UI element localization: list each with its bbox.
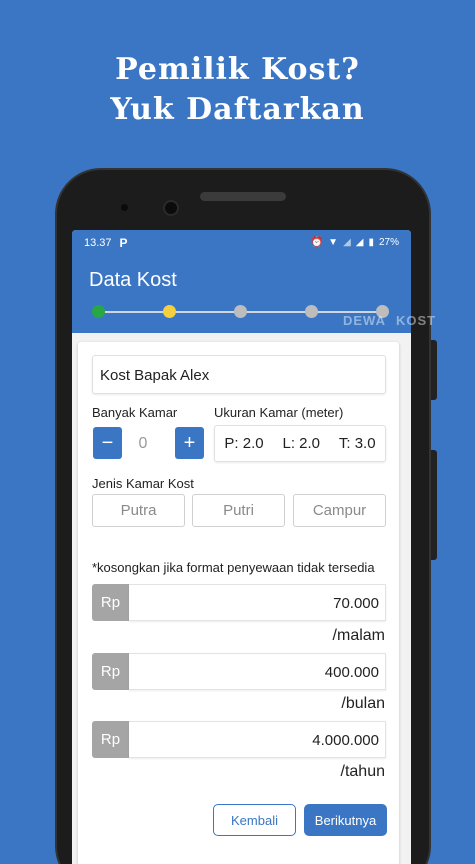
next-button[interactable]: Berikutnya <box>304 804 387 836</box>
price-note: *kosongkan jika format penyewaan tidak t… <box>92 560 375 575</box>
unit-month: /bulan <box>341 695 385 712</box>
rooms-label: Banyak Kamar <box>92 405 178 420</box>
promo-headline: Pemilik Kost? Yuk Daftarkan <box>0 50 475 130</box>
phone-frame: 13.37 P ⏰ ▼ ◢ ◢ ▮ 27% Data Kost Kost Bap… <box>57 170 437 864</box>
form-card: Kost Bapak Alex Banyak Kamar Ukuran Kama… <box>78 342 399 864</box>
alarm-icon: ⏰ <box>310 237 324 248</box>
page-title: Data Kost <box>89 269 177 291</box>
price-night-input[interactable]: 70.000 <box>129 584 386 621</box>
type-campur-button[interactable]: Campur <box>293 494 386 527</box>
size-length: P: 2.0 <box>224 435 264 452</box>
promo-line-1: Pemilik Kost? <box>115 52 360 87</box>
room-type-label: Jenis Kamar Kost <box>92 476 194 491</box>
price-year-input[interactable]: 4.000.000 <box>129 721 386 758</box>
price-row-month: Rp 400.000 <box>92 653 386 690</box>
unit-year: /tahun <box>340 763 385 780</box>
decrement-rooms-button[interactable]: − <box>93 427 122 459</box>
signal-icon: ◢ <box>355 237 364 248</box>
unit-night: /malam <box>332 627 385 644</box>
battery-level: 27% <box>378 237 399 248</box>
status-bar: 13.37 P ⏰ ▼ ◢ ◢ ▮ 27% <box>72 230 411 255</box>
size-height: T: 3.0 <box>338 435 376 452</box>
parking-app-icon: P <box>119 235 128 250</box>
currency-tag: Rp <box>92 653 129 690</box>
battery-icon: ▮ <box>368 237 374 248</box>
step-2-current <box>163 305 176 318</box>
kost-name-input[interactable]: Kost Bapak Alex <box>92 355 386 394</box>
price-month-input[interactable]: 400.000 <box>129 653 386 690</box>
step-4-pending <box>305 305 318 318</box>
step-3-pending <box>234 305 247 318</box>
currency-tag: Rp <box>92 584 129 621</box>
earpiece-speaker <box>200 192 286 201</box>
step-1-done <box>92 305 105 318</box>
type-putra-button[interactable]: Putra <box>92 494 185 527</box>
watermark-right: KOST <box>396 313 437 328</box>
type-putri-button[interactable]: Putri <box>192 494 285 527</box>
watermark: DEWA KOST <box>343 313 436 328</box>
room-size-label: Ukuran Kamar (meter) <box>214 405 344 420</box>
status-time: 13.37 <box>84 236 112 249</box>
room-size-field[interactable]: P: 2.0 L: 2.0 T: 3.0 <box>214 425 386 462</box>
price-row-night: Rp 70.000 <box>92 584 386 621</box>
price-row-year: Rp 4.000.000 <box>92 721 386 758</box>
currency-tag: Rp <box>92 721 129 758</box>
volume-button <box>431 450 437 560</box>
size-width: L: 2.0 <box>282 435 321 452</box>
front-camera-icon <box>165 202 177 214</box>
increment-rooms-button[interactable]: + <box>175 427 204 459</box>
back-button[interactable]: Kembali <box>213 804 296 836</box>
sensor-icon <box>121 204 128 211</box>
signal-empty-icon: ◢ <box>343 237 351 248</box>
watermark-left: DEWA <box>343 313 386 328</box>
wifi-icon: ▼ <box>328 237 339 248</box>
rooms-count[interactable]: 0 <box>123 428 163 460</box>
promo-line-2: Yuk Daftarkan <box>110 92 365 127</box>
power-button <box>431 340 437 400</box>
